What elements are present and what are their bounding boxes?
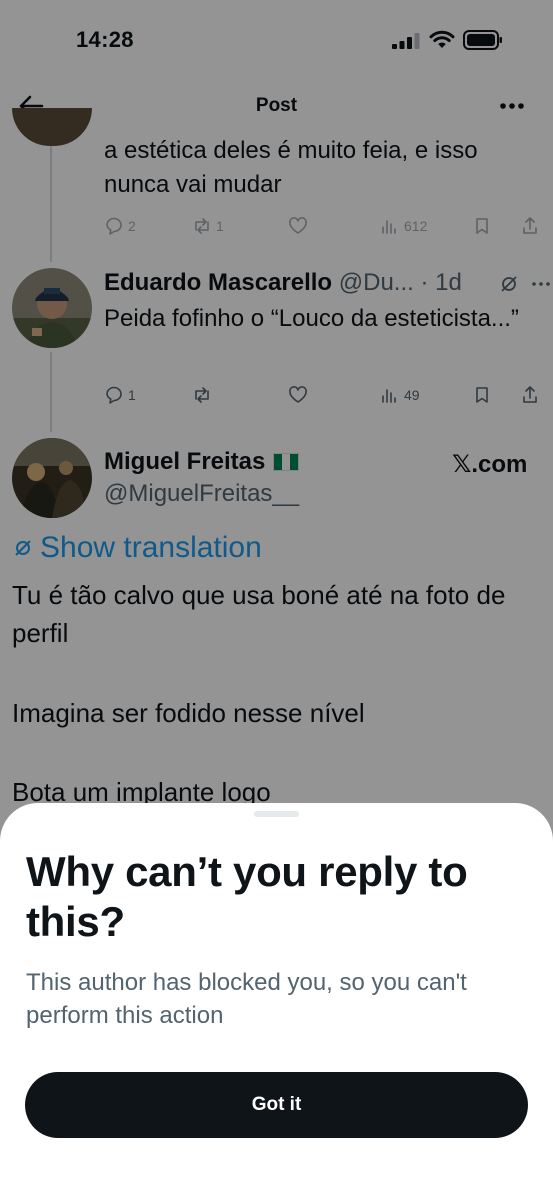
post-screen: 14:28 Post a estética deles é muito feia…: [0, 0, 553, 1200]
blocked-reply-sheet: Why can’t you reply to this? This author…: [0, 803, 553, 1200]
sheet-title: Why can’t you reply to this?: [26, 848, 468, 945]
got-it-button[interactable]: Got it: [25, 1072, 528, 1138]
sheet-drag-handle[interactable]: [254, 811, 299, 817]
sheet-message: This author has blocked you, so you can'…: [26, 969, 467, 1029]
